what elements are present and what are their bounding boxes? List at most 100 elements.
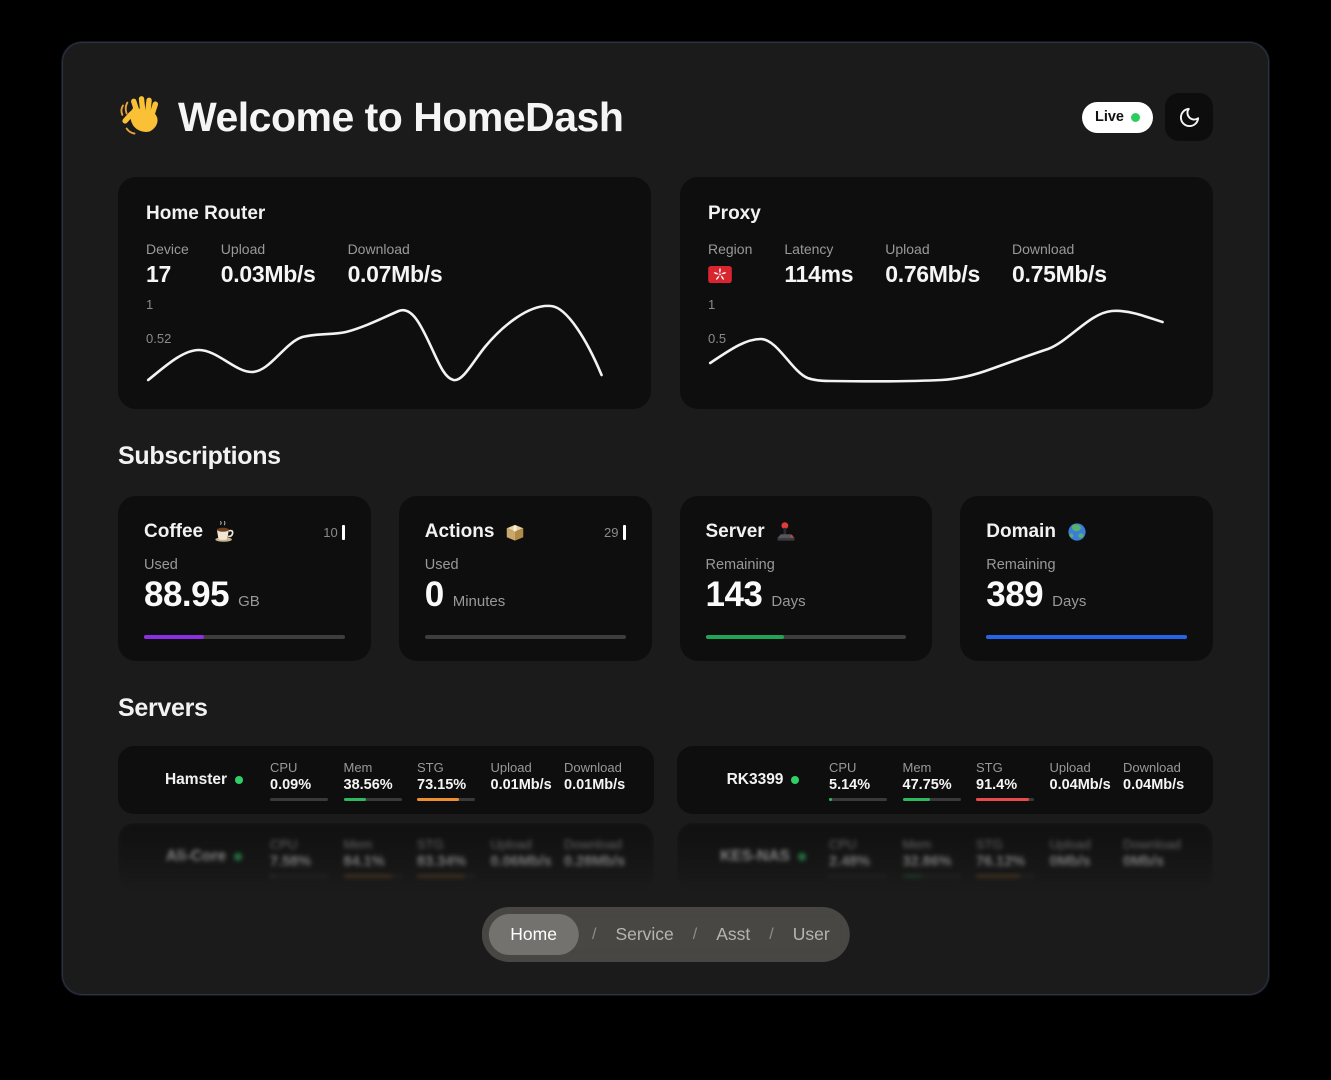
stat-upload: Upload 0.76Mb/s <box>885 241 980 288</box>
stat-upload: Upload 0.01Mb/s <box>491 760 557 801</box>
nav-item-home[interactable]: Home <box>488 914 579 955</box>
wave-icon <box>118 94 164 140</box>
stat-mem: Mem 32.86% <box>903 837 969 878</box>
online-status-icon <box>235 776 243 784</box>
stat-download: Download 0.75Mb/s <box>1012 241 1107 288</box>
stat-cpu: CPU 0.09% <box>270 760 336 801</box>
server-row-hamster: Hamster CPU 0.09% Mem 38.56% STG 73.15% <box>118 746 654 814</box>
caret-icon <box>623 525 626 540</box>
metric-value: 0 <box>425 575 444 615</box>
stat-download: Download 0.01Mb/s <box>564 760 630 801</box>
metric-value: 389 <box>986 575 1043 615</box>
domain-card: Domain Remaining 389 Days <box>960 496 1213 661</box>
proxy-card: Proxy Region <box>680 177 1213 409</box>
server-row-ali-core: Ali-Core CPU 7.58% Mem 84.1% STG 83.34% <box>118 823 654 891</box>
server-subscription-card: Server Remaining 143 Days <box>680 496 933 661</box>
theme-toggle-button[interactable] <box>1165 93 1213 141</box>
nav-separator: / <box>592 926 596 944</box>
moon-icon <box>1178 106 1201 129</box>
metric-label: Remaining <box>706 557 907 573</box>
stat-cpu: CPU 7.58% <box>270 837 336 878</box>
network-cards: Home Router Device 17 Upload 0.03Mb/s Do… <box>118 177 1213 409</box>
actions-card: Actions 29 Used 0 Minutes <box>399 496 652 661</box>
metric-label: Used <box>144 557 345 573</box>
stat-stg: STG 73.15% <box>417 760 483 801</box>
progress-bar <box>144 635 345 639</box>
coffee-card: Coffee 10 Used 88.95 GB <box>118 496 371 661</box>
stat-latency: Latency 114ms <box>784 241 853 288</box>
card-title: Actions <box>425 521 495 543</box>
count-indicator: 29 <box>604 525 625 540</box>
stat-upload: Upload 0Mb/s <box>1050 837 1116 878</box>
card-title: Domain <box>986 521 1056 543</box>
home-router-sparkline: 1 0.52 <box>136 295 633 395</box>
servers-heading: Servers <box>118 694 1213 723</box>
page-title: Welcome to HomeDash <box>118 94 623 141</box>
server-name: Ali-Core <box>166 848 226 866</box>
header: Welcome to HomeDash Live <box>118 93 1213 141</box>
card-title: Server <box>706 521 765 543</box>
metric-label: Used <box>425 557 626 573</box>
count-indicator: 10 <box>323 525 344 540</box>
metric-unit: GB <box>238 593 260 610</box>
stat-device: Device 17 <box>146 241 189 288</box>
stat-mem: Mem 38.56% <box>344 760 410 801</box>
stat-download: Download 0.28Mb/s <box>564 837 630 878</box>
package-icon <box>503 520 527 544</box>
progress-bar <box>425 635 626 639</box>
online-status-icon <box>234 853 242 861</box>
globe-icon <box>1065 520 1089 544</box>
live-label: Live <box>1095 109 1124 125</box>
stat-download: Download 0Mb/s <box>1123 837 1189 878</box>
sparkline-svg <box>698 295 1195 395</box>
stat-cpu: CPU 5.14% <box>829 760 895 801</box>
progress-bar <box>706 635 907 639</box>
sparkline-svg <box>136 295 633 395</box>
progress-bar <box>986 635 1187 639</box>
metric-unit: Days <box>1052 593 1086 610</box>
caret-icon <box>342 525 345 540</box>
nav-item-asst[interactable]: Asst <box>710 924 756 945</box>
stat-download: Download 0.07Mb/s <box>348 241 443 288</box>
nav-separator: / <box>769 926 773 944</box>
coffee-icon <box>212 520 236 544</box>
live-status-badge: Live <box>1082 102 1153 133</box>
metric-value: 143 <box>706 575 763 615</box>
nav-separator: / <box>693 926 697 944</box>
online-status-icon <box>798 853 806 861</box>
stat-stg: STG 76.12% <box>976 837 1042 878</box>
server-name: Hamster <box>165 771 227 789</box>
online-status-icon <box>791 776 799 784</box>
home-router-card: Home Router Device 17 Upload 0.03Mb/s Do… <box>118 177 651 409</box>
stat-cpu: CPU 2.48% <box>829 837 895 878</box>
server-name: KES-NAS <box>720 848 790 866</box>
page-title-text: Welcome to HomeDash <box>178 94 623 141</box>
stat-upload: Upload 0.04Mb/s <box>1050 760 1116 801</box>
header-actions: Live <box>1082 93 1213 141</box>
stat-upload: Upload 0.03Mb/s <box>221 241 316 288</box>
server-row-rk3399: RK3399 CPU 5.14% Mem 47.75% STG 91.4% <box>677 746 1213 814</box>
server-name: RK3399 <box>727 771 784 789</box>
card-title: Home Router <box>146 203 625 225</box>
server-row-kes-nas: KES-NAS CPU 2.48% Mem 32.86% STG 76.12% <box>677 823 1213 891</box>
metric-label: Remaining <box>986 557 1187 573</box>
nav-item-user[interactable]: User <box>787 924 836 945</box>
proxy-sparkline: 1 0.5 <box>698 295 1195 395</box>
stat-region: Region <box>708 241 752 288</box>
stat-download: Download 0.04Mb/s <box>1123 760 1189 801</box>
stat-stg: STG 83.34% <box>417 837 483 878</box>
nav-item-service[interactable]: Service <box>609 924 679 945</box>
stat-mem: Mem 47.75% <box>903 760 969 801</box>
metric-unit: Minutes <box>453 593 506 610</box>
bottom-nav: Home / Service / Asst / User <box>481 907 849 962</box>
card-title: Proxy <box>708 203 1187 225</box>
stat-mem: Mem 84.1% <box>344 837 410 878</box>
subscription-cards: Coffee 10 Used 88.95 GB <box>118 496 1213 661</box>
joystick-icon <box>774 520 798 544</box>
metric-value: 88.95 <box>144 575 229 615</box>
live-dot-icon <box>1131 113 1140 122</box>
subscriptions-heading: Subscriptions <box>118 442 1213 471</box>
card-title: Coffee <box>144 521 203 543</box>
hong-kong-flag-icon <box>708 266 732 283</box>
homedash-panel: Welcome to HomeDash Live Home Router Dev… <box>62 42 1269 995</box>
